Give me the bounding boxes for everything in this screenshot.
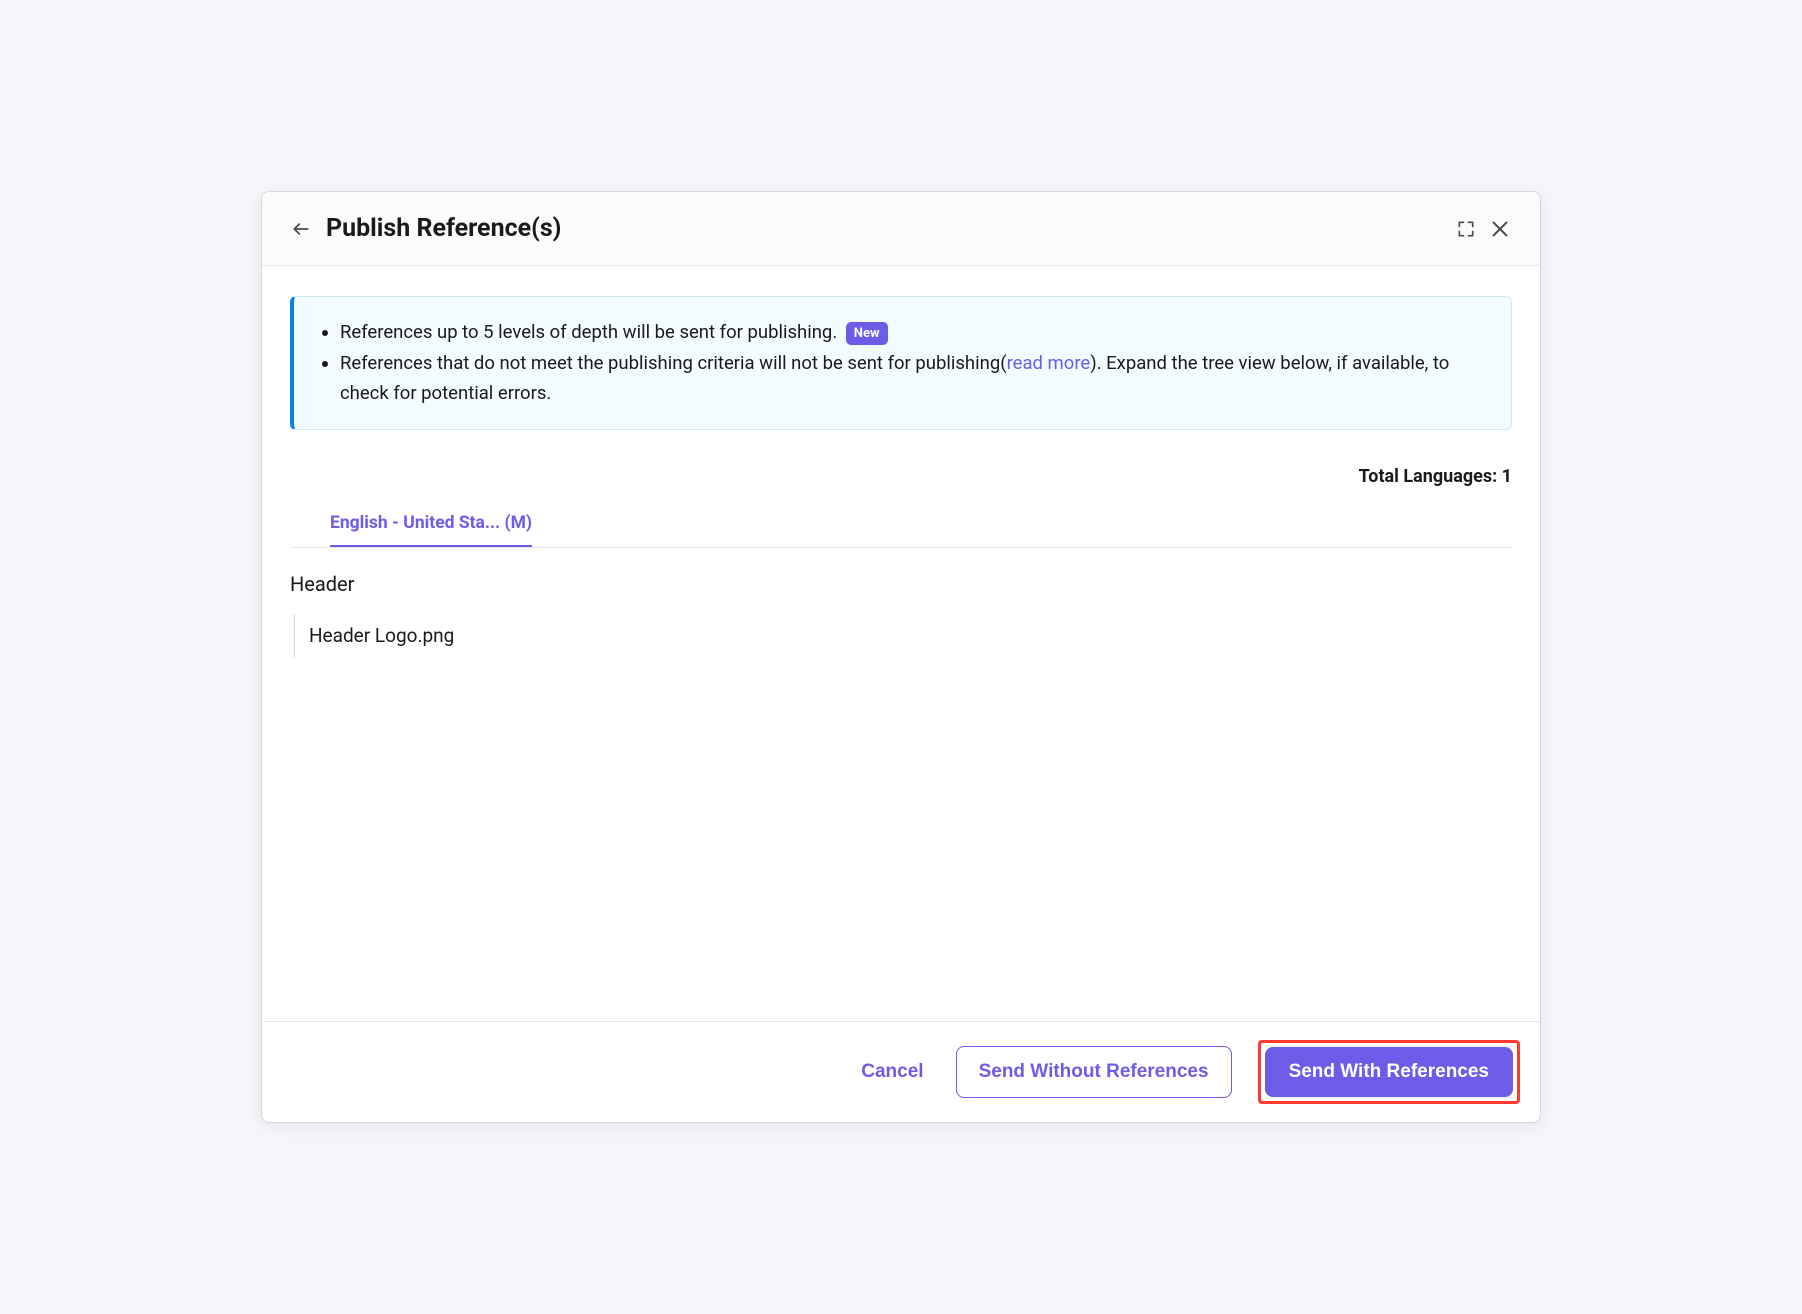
tree-root[interactable]: Header — [290, 572, 1512, 596]
banner-item-2: References that do not meet the publishi… — [340, 348, 1483, 409]
modal-title: Publish Reference(s) — [326, 214, 1454, 243]
close-icon[interactable] — [1488, 217, 1512, 241]
header-actions — [1454, 217, 1512, 241]
modal-body: References up to 5 levels of depth will … — [262, 266, 1540, 1021]
tab-english-us[interactable]: English - United Sta... (M) — [330, 513, 532, 547]
banner-item-2-prefix: References that do not meet the publishi… — [340, 352, 1007, 374]
language-tabs: English - United Sta... (M) — [290, 513, 1512, 548]
send-with-references-button[interactable]: Send With References — [1265, 1047, 1513, 1097]
tree-children: Header Logo.png — [294, 614, 1512, 657]
cancel-button[interactable]: Cancel — [855, 1051, 929, 1093]
publish-references-modal: Publish Reference(s) References up to 5 … — [261, 191, 1541, 1123]
read-more-link[interactable]: read more — [1007, 352, 1091, 374]
banner-item-1-text: References up to 5 levels of depth will … — [340, 321, 837, 343]
modal-header: Publish Reference(s) — [262, 192, 1540, 266]
total-languages-label: Total Languages: 1 — [290, 466, 1512, 487]
highlighted-action: Send With References — [1258, 1040, 1520, 1104]
reference-tree: Header Header Logo.png — [290, 548, 1512, 657]
info-banner: References up to 5 levels of depth will … — [290, 296, 1512, 430]
back-arrow-icon[interactable] — [290, 218, 312, 240]
modal-footer: Cancel Send Without References Send With… — [262, 1021, 1540, 1122]
new-badge: New — [846, 322, 888, 345]
banner-item-1: References up to 5 levels of depth will … — [340, 317, 1483, 348]
tree-child-item[interactable]: Header Logo.png — [309, 624, 1512, 647]
send-without-references-button[interactable]: Send Without References — [956, 1046, 1232, 1098]
expand-icon[interactable] — [1454, 217, 1478, 241]
